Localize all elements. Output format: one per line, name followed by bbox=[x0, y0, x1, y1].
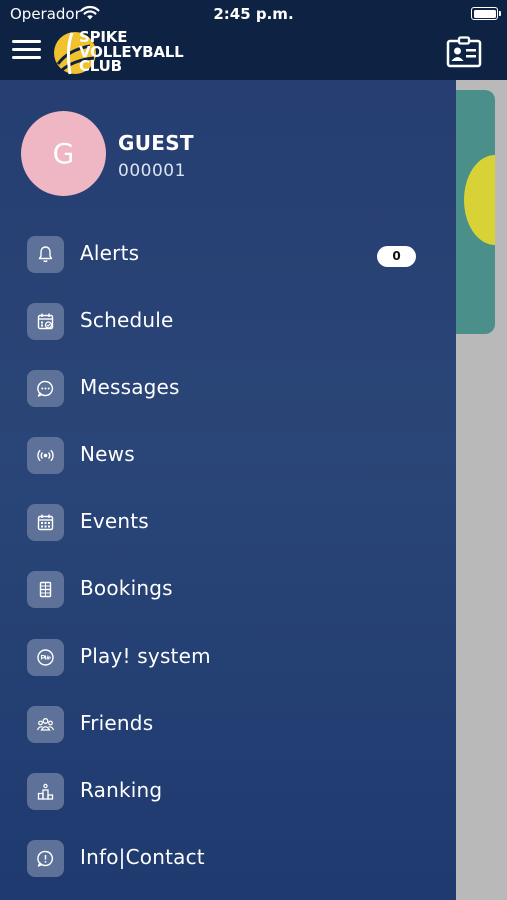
app-header: Operador 2:45 p.m. SPIKE VOLLEYBALL CLUB bbox=[0, 0, 507, 80]
menu-item-news[interactable]: News bbox=[27, 433, 447, 477]
status-bar: Operador 2:45 p.m. bbox=[0, 0, 507, 28]
menu-item-bookings[interactable]: Bookings bbox=[27, 567, 447, 611]
menu-item-label: News bbox=[80, 442, 135, 466]
menu-item-events[interactable]: Events bbox=[27, 500, 447, 544]
court-icon bbox=[27, 571, 64, 608]
friends-icon bbox=[27, 706, 64, 743]
podium-icon bbox=[27, 773, 64, 810]
menu-item-label: Messages bbox=[80, 375, 180, 399]
battery-icon bbox=[471, 7, 501, 20]
logo-line-3: CLUB bbox=[79, 57, 122, 75]
info-chat-icon bbox=[27, 840, 64, 877]
menu-item-label: Schedule bbox=[80, 308, 174, 332]
menu-item-friends[interactable]: Friends bbox=[27, 702, 447, 746]
play-badge-icon bbox=[27, 639, 64, 676]
menu-item-label: Bookings bbox=[80, 576, 173, 600]
side-drawer: G GUEST 000001 Alerts 0 Schedule Message… bbox=[0, 80, 456, 900]
alerts-count-badge: 0 bbox=[377, 246, 416, 267]
menu-item-label: Info|Contact bbox=[80, 845, 205, 869]
menu-item-messages[interactable]: Messages bbox=[27, 366, 447, 410]
background-card bbox=[456, 90, 495, 334]
menu-item-alerts[interactable]: Alerts 0 bbox=[27, 232, 447, 276]
menu-item-info-contact[interactable]: Info|Contact bbox=[27, 836, 447, 880]
menu-item-label: Friends bbox=[80, 711, 154, 735]
menu-item-label: Alerts bbox=[80, 241, 140, 265]
calendar-grid-icon bbox=[27, 504, 64, 541]
avatar[interactable]: G bbox=[21, 111, 106, 196]
contact-card-icon[interactable] bbox=[446, 36, 482, 68]
menu-item-label: Play! system bbox=[80, 644, 211, 668]
menu-item-schedule[interactable]: Schedule bbox=[27, 299, 447, 343]
menu-item-label: Events bbox=[80, 509, 149, 533]
bell-icon bbox=[27, 236, 64, 273]
broadcast-icon bbox=[27, 437, 64, 474]
clock: 2:45 p.m. bbox=[213, 5, 294, 23]
user-id: 000001 bbox=[118, 161, 186, 181]
menu-item-play-system[interactable]: Play! system bbox=[27, 635, 447, 679]
chat-icon bbox=[27, 370, 64, 407]
menu-item-label: Ranking bbox=[80, 778, 163, 802]
user-name: GUEST bbox=[118, 131, 194, 155]
calendar-check-icon bbox=[27, 303, 64, 340]
club-logo: SPIKE VOLLEYBALL CLUB bbox=[52, 28, 202, 76]
menu-item-ranking[interactable]: Ranking bbox=[27, 769, 447, 813]
hamburger-icon[interactable] bbox=[12, 38, 42, 62]
